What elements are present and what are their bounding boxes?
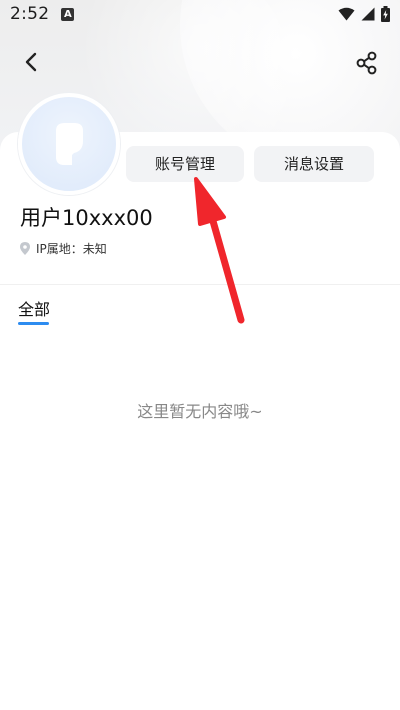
share-icon bbox=[356, 51, 377, 75]
location-pin-icon bbox=[20, 242, 30, 255]
chevron-left-icon bbox=[25, 52, 37, 72]
status-time: 2:52 bbox=[10, 4, 50, 24]
ip-location-row: IP属地：未知 bbox=[20, 240, 107, 257]
share-button[interactable] bbox=[352, 48, 382, 78]
divider bbox=[0, 284, 400, 285]
avatar[interactable] bbox=[18, 93, 120, 195]
signal-icon bbox=[361, 7, 375, 21]
empty-state-message: 这里暂无内容哦~ bbox=[137, 402, 263, 421]
ip-location-text: IP属地：未知 bbox=[36, 242, 107, 256]
tab-all[interactable]: 全部 bbox=[18, 296, 50, 320]
back-button[interactable] bbox=[18, 48, 46, 76]
message-settings-button[interactable]: 消息设置 bbox=[254, 146, 374, 182]
status-bar: 2:52 A bbox=[0, 0, 400, 28]
battery-icon bbox=[381, 6, 390, 22]
wifi-icon bbox=[338, 7, 355, 21]
default-avatar-icon bbox=[56, 123, 83, 165]
tab-active-indicator bbox=[18, 322, 49, 325]
account-management-button[interactable]: 账号管理 bbox=[126, 146, 244, 182]
a-icon: A bbox=[61, 7, 75, 21]
username: 用户10xxx00 bbox=[20, 206, 153, 230]
top-bar bbox=[0, 38, 400, 86]
